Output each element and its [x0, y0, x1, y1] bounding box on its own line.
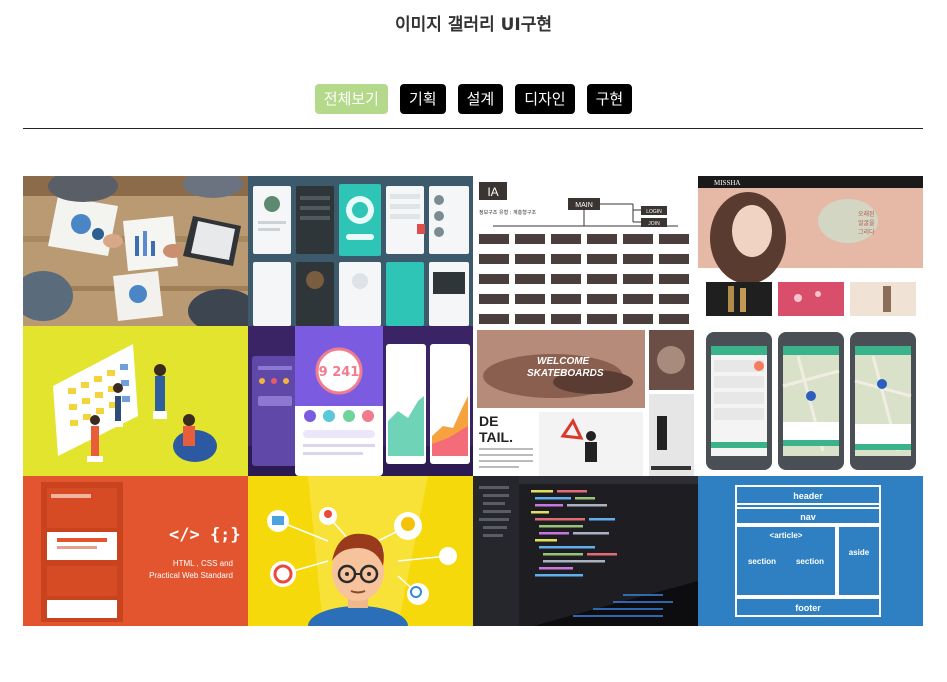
page-title: 이미지 갤러리 UI구현	[394, 15, 553, 35]
layout-article-label: <article>	[770, 531, 803, 540]
skate-title-welcome: WELCOME	[537, 356, 590, 367]
gallery-item-skateboard-layout[interactable]: WELCOME SKATEBOARDS DE TAIL.	[473, 326, 698, 476]
meeting-photo-image	[23, 176, 248, 326]
gallery-item-mobile-app-screens[interactable]	[248, 176, 473, 326]
skate-detail-tail: TAIL.	[479, 429, 513, 445]
book-subtitle-1: HTML , CSS and	[173, 559, 233, 568]
skateboard-layout-image: WELCOME SKATEBOARDS DE TAIL.	[473, 326, 698, 476]
gallery-item-html5-layout-diagram[interactable]: header nav <article> section section asi…	[698, 476, 923, 626]
layout-section-1-label: section	[748, 557, 776, 566]
missha-copy-1: 오래된	[858, 210, 875, 218]
filter-design-button[interactable]: 디자인	[515, 84, 575, 114]
html5-layout-diagram-image: header nav <article> section section asi…	[698, 476, 923, 626]
layout-footer-label: footer	[795, 603, 821, 613]
gallery-item-map-app-mockups[interactable]	[698, 326, 923, 476]
missha-copy-2: 얼굴을	[858, 219, 875, 227]
skate-title-skateboards: SKATEBOARDS	[527, 368, 604, 379]
gallery-item-code-editor[interactable]	[473, 476, 698, 626]
ia-main: MAIN	[575, 202, 593, 209]
fitness-step-count: 9 241	[319, 365, 360, 380]
gallery-item-idea-illustration[interactable]	[248, 476, 473, 626]
missha-logo: MISSHA	[714, 179, 740, 187]
map-app-mockups-image	[698, 326, 923, 476]
ia-login: LOGIN	[646, 209, 662, 215]
ia-sitemap-image: IA 정보구조 유형 : 계층형구조 MAIN LOGIN JOIN	[473, 176, 698, 326]
filter-all-button[interactable]: 전체보기	[314, 84, 388, 114]
layout-nav-label: nav	[800, 512, 816, 522]
mobile-app-screens-image	[248, 176, 473, 326]
idea-illustration-image	[248, 476, 473, 626]
planning-board-image	[23, 326, 248, 476]
divider	[23, 128, 923, 129]
gallery-item-meeting-photo[interactable]	[23, 176, 248, 326]
book-subtitle-2: Practical Web Standard	[149, 571, 233, 580]
missha-website-image: MISSHA 오래된 얼굴을 그리다	[698, 176, 923, 326]
gallery-item-html-css-book[interactable]: </> {;} HTML , CSS and Practical Web Sta…	[23, 476, 248, 626]
gallery-item-planning-board-illustration[interactable]	[23, 326, 248, 476]
missha-copy-3: 그리다	[858, 228, 875, 236]
ia-subtitle: 정보구조 유형 : 계층형구조	[479, 209, 536, 216]
layout-header-label: header	[793, 491, 823, 501]
fitness-app-image: 9 241	[248, 326, 473, 476]
ia-label: IA	[487, 185, 498, 199]
gallery-item-fitness-app-ui[interactable]: 9 241	[248, 326, 473, 476]
gallery-item-missha-website[interactable]: MISSHA 오래된 얼굴을 그리다	[698, 176, 923, 326]
skate-detail-de: DE	[479, 413, 498, 429]
layout-section-2-label: section	[796, 557, 824, 566]
filter-implementation-button[interactable]: 구현	[586, 84, 633, 114]
image-gallery: IA 정보구조 유형 : 계층형구조 MAIN LOGIN JOIN MISSH…	[23, 176, 923, 626]
code-editor-image	[473, 476, 698, 626]
html-css-book-image: </> {;} HTML , CSS and Practical Web Sta…	[23, 476, 248, 626]
gallery-item-ia-sitemap[interactable]: IA 정보구조 유형 : 계층형구조 MAIN LOGIN JOIN	[473, 176, 698, 326]
layout-aside-label: aside	[849, 548, 870, 557]
filter-tabs: 전체보기 기획 설계 디자인 구현	[0, 84, 947, 114]
book-code-symbol: </> {;}	[169, 525, 241, 545]
filter-design-spec-button[interactable]: 설계	[457, 84, 504, 114]
filter-planning-button[interactable]: 기획	[399, 84, 446, 114]
